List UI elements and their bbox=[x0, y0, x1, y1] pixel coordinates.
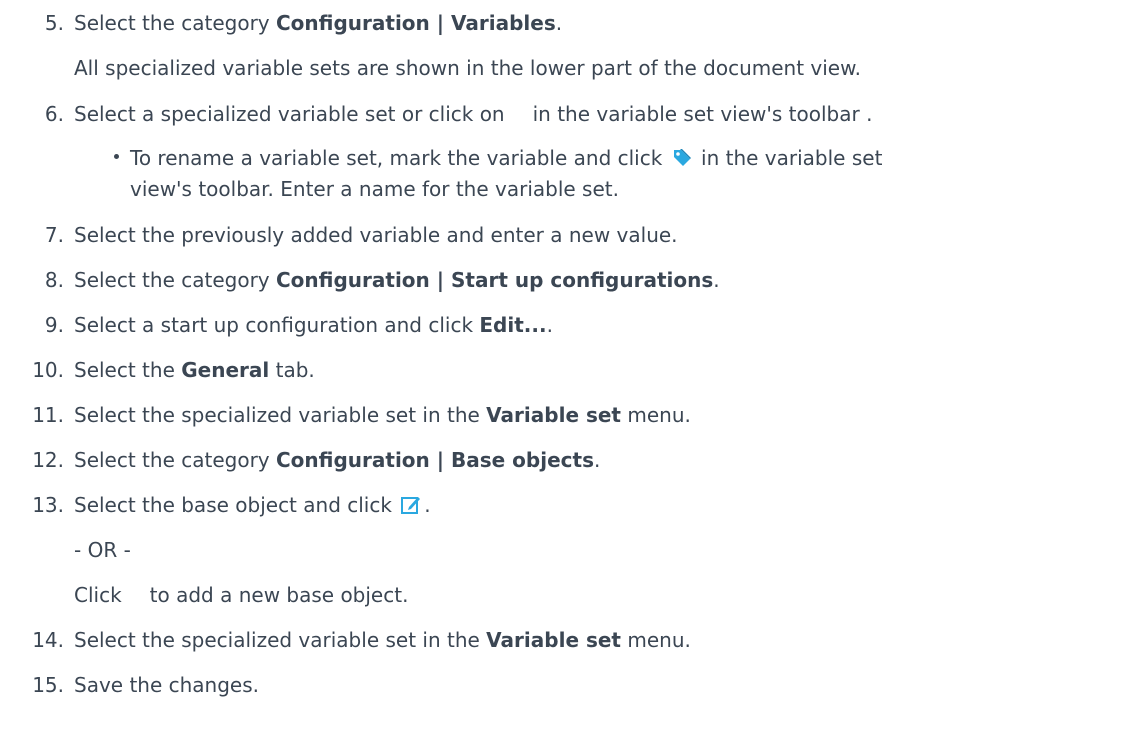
step-punct: . bbox=[713, 268, 720, 292]
step-number: 11. bbox=[32, 403, 64, 427]
step-bold: Edit... bbox=[479, 313, 547, 337]
step-7: 7. Select the previously added variable a… bbox=[0, 222, 678, 248]
step-12: 12. Select the category Configuration | B… bbox=[0, 447, 600, 473]
step-bold: General bbox=[181, 358, 270, 382]
step-number: 15. bbox=[32, 673, 64, 697]
step-text: Select the category bbox=[74, 448, 276, 472]
step-number: 14. bbox=[32, 628, 64, 652]
step-bold: Variable set bbox=[486, 403, 621, 427]
step-punct: . bbox=[546, 313, 553, 337]
step-10: 10. Select the General tab. bbox=[0, 357, 315, 383]
bullet-dot bbox=[114, 154, 119, 159]
add-icon bbox=[505, 104, 533, 124]
step-14: 14. Select the specialized variable set i… bbox=[0, 627, 691, 653]
step-number: 7. bbox=[44, 223, 64, 247]
step-text: Save the changes. bbox=[74, 673, 260, 697]
step-13-alternative: Click to add a new base object. bbox=[74, 582, 408, 608]
step-number: 5. bbox=[44, 11, 64, 35]
step-bold: Configuration | Variables bbox=[275, 11, 556, 35]
step-text-after: menu. bbox=[621, 628, 691, 652]
step-punct: . bbox=[424, 493, 431, 517]
tag-icon bbox=[671, 147, 693, 169]
step-bold: Configuration | Base objects bbox=[275, 448, 594, 472]
step-text: Click bbox=[74, 583, 122, 607]
step-9: 9. Select a start up configuration and cl… bbox=[0, 312, 553, 338]
bullet-text: To rename a variable set, mark the varia… bbox=[130, 146, 663, 170]
step-number: 6. bbox=[44, 102, 64, 126]
step-number: 10. bbox=[32, 358, 64, 382]
step-number: 13. bbox=[32, 493, 64, 517]
step-text: Select the bbox=[74, 358, 182, 382]
step-5-note: All specialized variable sets are shown … bbox=[74, 56, 861, 80]
step-text: Select a start up configuration and clic… bbox=[74, 313, 480, 337]
edit-icon bbox=[400, 494, 422, 516]
step-8: 8. Select the category Configuration | St… bbox=[0, 267, 720, 293]
step-text-after: tab. bbox=[269, 358, 315, 382]
step-text: Select the category bbox=[74, 268, 276, 292]
step-text: Select the specialized variable set in t… bbox=[74, 403, 487, 427]
step-bold: Variable set bbox=[486, 628, 621, 652]
step-11: 11. Select the specialized variable set i… bbox=[0, 402, 691, 428]
step-punct: . bbox=[593, 448, 601, 472]
bullet-text-after: in the variable set bbox=[701, 146, 883, 170]
step-number: 9. bbox=[44, 313, 64, 337]
add-icon bbox=[122, 585, 150, 605]
step-text-after: menu. bbox=[621, 403, 691, 427]
step-text: Select the base object and click bbox=[74, 493, 392, 517]
document-page: 5. Select the category Configuration | Va… bbox=[0, 0, 1143, 742]
step-text: Select the category bbox=[74, 11, 276, 35]
step-punct: . bbox=[555, 11, 563, 35]
step-text: Select the specialized variable set in t… bbox=[74, 628, 487, 652]
step-bold: Configuration | Start up configurations bbox=[275, 268, 714, 292]
step-number: 8. bbox=[44, 268, 64, 292]
step-text-after: to add a new base object. bbox=[149, 583, 409, 607]
step-text: Select the previously added variable and… bbox=[74, 223, 678, 247]
step-6: 6. Select a specialized variable set or c… bbox=[0, 101, 873, 127]
step-13: 13. Select the base object and click . bbox=[0, 492, 431, 518]
bullet-line-1: To rename a variable set, mark the varia… bbox=[130, 145, 882, 171]
or-separator: - OR - bbox=[74, 538, 131, 562]
step-5: 5. Select the category Configuration | Va… bbox=[0, 10, 562, 36]
step-15: 15. Save the changes. bbox=[0, 672, 259, 698]
step-text: Select a specialized variable set or cli… bbox=[74, 102, 505, 126]
step-number: 12. bbox=[32, 448, 64, 472]
step-text-after: in the variable set view's toolbar . bbox=[532, 102, 873, 126]
bullet-line-2: view's toolbar. Enter a name for the var… bbox=[130, 177, 619, 201]
